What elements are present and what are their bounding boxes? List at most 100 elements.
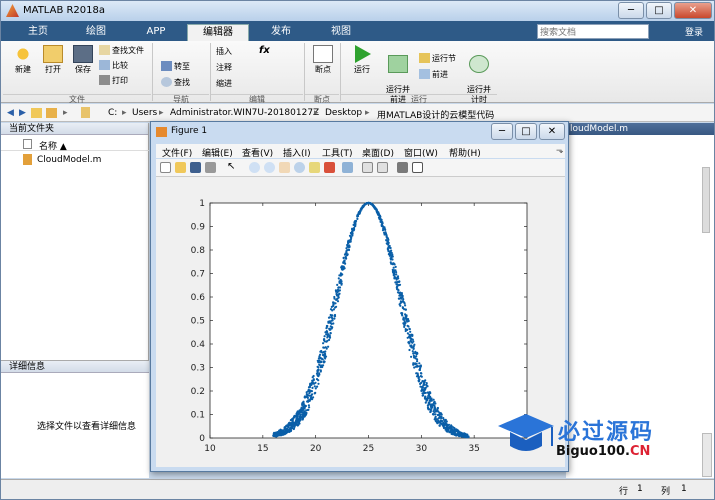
crumb-folder[interactable]: 用MATLAB设计的云模型代码 bbox=[377, 108, 494, 121]
goto-button[interactable]: 转至 bbox=[161, 61, 190, 72]
y-tick-label: 0.6 bbox=[191, 293, 206, 303]
data-point bbox=[389, 246, 392, 250]
data-point bbox=[399, 293, 402, 296]
column-header[interactable]: 名称 ▲ bbox=[1, 137, 149, 152]
menu-edit[interactable]: 编辑(E) bbox=[202, 146, 233, 159]
comment-button[interactable]: 注释 bbox=[216, 62, 232, 73]
colorbar-icon[interactable] bbox=[362, 162, 373, 173]
indent-button[interactable]: 缩进 bbox=[216, 78, 232, 89]
data-point bbox=[436, 418, 439, 421]
crumb-desktop[interactable]: Desktop bbox=[325, 108, 362, 118]
data-point bbox=[316, 385, 319, 388]
pan-hand-icon[interactable] bbox=[279, 162, 290, 173]
data-point bbox=[313, 382, 316, 385]
command-scrollbar[interactable] bbox=[702, 433, 712, 477]
data-point bbox=[419, 375, 422, 378]
group-run: 运行 bbox=[341, 94, 497, 104]
data-point bbox=[398, 283, 402, 286]
find-files-button[interactable]: 查找文件 bbox=[99, 45, 144, 56]
figure-minimize-button[interactable]: ─ bbox=[491, 123, 513, 140]
data-cursor-icon[interactable] bbox=[309, 162, 320, 173]
rotate-3d-icon[interactable] bbox=[294, 162, 305, 173]
tab-plots[interactable]: 绘图 bbox=[67, 24, 125, 41]
data-point bbox=[441, 423, 444, 426]
data-point bbox=[433, 401, 436, 404]
group-file: 文件 bbox=[3, 94, 151, 104]
data-point bbox=[279, 428, 282, 431]
figure-maximize-button[interactable]: □ bbox=[515, 123, 537, 140]
new-figure-icon[interactable] bbox=[160, 162, 171, 173]
legend-icon[interactable] bbox=[377, 162, 388, 173]
menu-file[interactable]: 文件(F) bbox=[162, 146, 192, 159]
data-point bbox=[359, 208, 362, 211]
pointer-icon[interactable]: ↖ bbox=[227, 162, 238, 173]
tab-publish[interactable]: 发布 bbox=[253, 24, 309, 41]
crumb-admin[interactable]: Administrator.WIN7U-20180127Z bbox=[170, 108, 319, 118]
show-plot-tools-icon[interactable] bbox=[412, 162, 423, 173]
data-point bbox=[286, 424, 289, 427]
forward-arrow-icon[interactable]: ▶ bbox=[19, 108, 26, 118]
crumb-users[interactable]: Users bbox=[132, 108, 157, 118]
menu-window[interactable]: 窗口(W) bbox=[404, 146, 438, 159]
print-button[interactable]: 打印 bbox=[99, 75, 128, 86]
editor-scrollbar[interactable] bbox=[702, 167, 710, 233]
save-button[interactable]: 保存 bbox=[69, 45, 97, 75]
data-point bbox=[423, 388, 426, 391]
menu-tools[interactable]: 工具(T) bbox=[322, 146, 353, 159]
figure-close-button[interactable]: ✕ bbox=[539, 123, 565, 140]
plot-area bbox=[209, 202, 528, 439]
crumb-drive[interactable]: C: bbox=[108, 108, 117, 118]
advance-button[interactable]: 前进 bbox=[419, 69, 448, 80]
browse-folder-icon[interactable] bbox=[46, 108, 57, 118]
data-point bbox=[408, 327, 411, 330]
data-point bbox=[400, 292, 403, 295]
data-point bbox=[396, 275, 400, 278]
data-point bbox=[459, 432, 462, 435]
dock-arrow-icon[interactable]: ⬎ bbox=[556, 146, 564, 156]
file-type-icon bbox=[23, 139, 32, 149]
data-point bbox=[330, 316, 333, 319]
tab-home[interactable]: 主页 bbox=[13, 24, 63, 41]
list-item[interactable]: CloudModel.m bbox=[1, 153, 149, 167]
data-point bbox=[309, 390, 312, 393]
breakpoints-button[interactable]: 断点 bbox=[309, 45, 337, 75]
data-point bbox=[281, 430, 284, 433]
run-section-button[interactable]: 运行节 bbox=[419, 53, 456, 64]
minimize-button[interactable]: ─ bbox=[618, 2, 644, 19]
tab-editor[interactable]: 编辑器 bbox=[187, 24, 249, 41]
brush-icon[interactable] bbox=[324, 162, 335, 173]
menu-desktop[interactable]: 桌面(D) bbox=[362, 146, 394, 159]
up-folder-icon[interactable] bbox=[31, 108, 42, 118]
hide-plot-tools-icon[interactable] bbox=[397, 162, 408, 173]
zoom-in-icon[interactable] bbox=[249, 162, 260, 173]
insert-button[interactable]: 插入 bbox=[216, 46, 232, 57]
data-point bbox=[421, 380, 424, 383]
tab-view[interactable]: 视图 bbox=[313, 24, 369, 41]
tab-apps[interactable]: APP bbox=[129, 24, 183, 41]
menu-help[interactable]: 帮助(H) bbox=[449, 146, 481, 159]
menu-insert[interactable]: 插入(I) bbox=[283, 146, 311, 159]
find-button[interactable]: 查找 bbox=[161, 77, 190, 88]
print-figure-icon[interactable] bbox=[205, 162, 216, 173]
link-plot-icon[interactable] bbox=[342, 162, 353, 173]
login-link[interactable]: 登录 bbox=[685, 25, 703, 38]
open-file-icon[interactable] bbox=[175, 162, 186, 173]
save-figure-icon[interactable] bbox=[190, 162, 201, 173]
search-docs-input[interactable] bbox=[537, 24, 649, 39]
data-point bbox=[416, 360, 419, 363]
editor-tab[interactable]: loudModel.m bbox=[566, 123, 714, 135]
data-point bbox=[408, 348, 411, 352]
data-point bbox=[334, 306, 337, 309]
menu-view[interactable]: 查看(V) bbox=[242, 146, 273, 159]
close-button[interactable]: ✕ bbox=[674, 2, 712, 19]
zoom-out-icon[interactable] bbox=[264, 162, 275, 173]
data-point bbox=[409, 330, 412, 333]
watermark-domain: Biguo100. bbox=[556, 444, 630, 459]
open-button[interactable]: 打开 bbox=[39, 45, 67, 75]
new-button[interactable]: 新建 bbox=[9, 45, 37, 75]
back-arrow-icon[interactable]: ◀ bbox=[7, 108, 14, 118]
compare-button[interactable]: 比较 bbox=[99, 60, 128, 71]
fx-button[interactable]: fx bbox=[259, 45, 270, 56]
maximize-button[interactable]: □ bbox=[646, 2, 672, 19]
run-button[interactable]: 运行 bbox=[348, 45, 376, 75]
